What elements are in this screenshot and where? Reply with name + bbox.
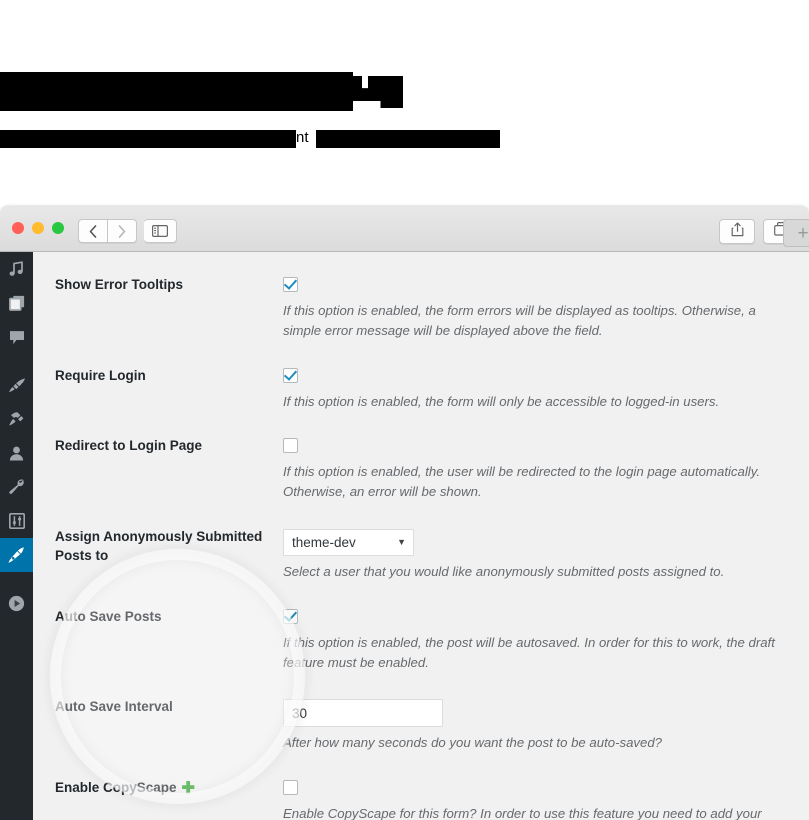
- redacted-subtitle-bar-right: [316, 130, 500, 148]
- browser-titlebar: +: [0, 207, 809, 252]
- auto-save-interval-input[interactable]: 30: [283, 699, 443, 728]
- zoom-window-button[interactable]: [52, 222, 64, 234]
- play-circle-icon: [8, 595, 25, 612]
- row-control-cell: If this option is enabled, the form erro…: [283, 260, 809, 351]
- form-settings-panel: Show Error Tooltips If this option is en…: [33, 252, 809, 820]
- minimize-window-button[interactable]: [32, 222, 44, 234]
- settings-row-show-error-tooltips: Show Error Tooltips If this option is en…: [33, 260, 809, 351]
- row-control-cell: If this option is enabled, the user will…: [283, 421, 809, 512]
- enable-copyscape-checkbox[interactable]: [283, 780, 298, 796]
- close-window-button[interactable]: [12, 222, 24, 234]
- media-icon: [8, 261, 25, 277]
- sidebar-toggle-wrapper: [144, 219, 177, 243]
- browser-window: + Show Error Tooltips If this option is …: [0, 207, 809, 820]
- settings-row-assign-anonymous-posts: Assign Anonymously Submitted Posts to th…: [33, 512, 809, 592]
- sidebar-item-media-player[interactable]: [0, 586, 33, 620]
- navigation-buttons: [78, 219, 137, 243]
- row-label: Require Login: [55, 367, 146, 383]
- row-description: If this option is enabled, the form erro…: [283, 303, 756, 338]
- sidebar-item-appearance[interactable]: [0, 368, 33, 402]
- row-label: Auto Save Posts: [55, 608, 162, 624]
- redacted-subtitle-visible-fragment: nt: [296, 129, 309, 146]
- menu-divider-2: [0, 572, 33, 586]
- auto-save-posts-checkbox[interactable]: [283, 608, 298, 624]
- settings-row-auto-save-posts: Auto Save Posts If this option is enable…: [33, 592, 809, 683]
- row-description: After how many seconds do you want the p…: [283, 735, 663, 751]
- page-viewport: Show Error Tooltips If this option is en…: [0, 252, 809, 820]
- paintbrush-icon: [8, 377, 26, 393]
- row-description: Select a user that you would like anonym…: [283, 563, 725, 579]
- sidebar-item-forms[interactable]: [0, 538, 33, 572]
- redirect-to-login-page-checkbox[interactable]: [283, 438, 298, 454]
- sidebar-item-plugins[interactable]: [0, 402, 33, 436]
- row-control-cell: If this option is enabled, the post will…: [283, 592, 809, 683]
- row-label: Redirect to Login Page: [55, 438, 203, 454]
- forward-button[interactable]: [108, 219, 137, 243]
- redacted-title-bar: [0, 72, 353, 111]
- row-description: If this option is enabled, the form will…: [283, 393, 720, 409]
- row-control-cell: If this option is enabled, the form will…: [283, 351, 809, 422]
- chevron-right-icon: [118, 224, 126, 238]
- sidebar-toggle-icon: [152, 225, 168, 237]
- settings-row-auto-save-interval: Auto Save Interval 30 After how many sec…: [33, 682, 809, 763]
- sidebar-item-settings[interactable]: [0, 504, 33, 538]
- enable-copyscape-label: Enable CopyScape: [55, 780, 177, 796]
- row-label: Auto Save Interval: [55, 699, 173, 715]
- pages-icon: [8, 295, 25, 311]
- assign-anonymous-posts-value: theme-dev: [292, 534, 356, 550]
- row-control-cell: Enable CopyScape for this form? In order…: [283, 763, 809, 820]
- sidebar-item-media[interactable]: [0, 252, 33, 286]
- pen-nib-icon: [7, 546, 26, 564]
- window-traffic-lights: [12, 222, 64, 234]
- screenshot-root: nt + Show Error Tooltips If this option …: [0, 0, 809, 820]
- sidebar-item-pages[interactable]: [0, 286, 33, 320]
- sliders-icon: [8, 513, 25, 529]
- settings-row-enable-copyscape: Enable CopyScape ✚ Enable CopyScape for t…: [33, 763, 809, 820]
- wrench-icon: [8, 479, 25, 495]
- assign-anonymous-posts-select[interactable]: theme-dev ▼: [283, 528, 414, 556]
- share-icon: [731, 222, 744, 242]
- comments-icon: [9, 330, 25, 345]
- menu-divider-1: [0, 354, 33, 368]
- row-description: If this option is enabled, the user will…: [283, 464, 760, 500]
- row-label: Show Error Tooltips: [55, 277, 183, 292]
- sidebar-item-tools[interactable]: [0, 470, 33, 504]
- plus-badge-icon: ✚: [181, 780, 195, 798]
- require-login-checkbox[interactable]: [283, 367, 298, 383]
- settings-row-redirect-to-login-page: Redirect to Login Page If this option is…: [33, 421, 809, 512]
- row-label: Enable CopyScape ✚: [33, 763, 283, 820]
- sidebar-item-users[interactable]: [0, 436, 33, 470]
- redacted-header-area: nt: [0, 0, 809, 200]
- redacted-subtitle-bar-left: [0, 130, 296, 148]
- show-error-tooltips-checkbox[interactable]: [283, 277, 298, 292]
- auto-save-interval-value: 30: [292, 705, 308, 721]
- row-control-cell: 30 After how many seconds do you want th…: [283, 682, 809, 763]
- user-icon: [9, 446, 24, 461]
- chevron-down-icon: ▼: [397, 537, 406, 548]
- settings-form-table: Show Error Tooltips If this option is en…: [33, 260, 809, 820]
- row-description: Enable CopyScape for this form? In order…: [283, 806, 762, 820]
- sidebar-item-comments[interactable]: [0, 320, 33, 354]
- wp-admin-menu: [0, 252, 33, 820]
- row-label: Assign Anonymously Submitted Posts to: [55, 528, 263, 563]
- back-button[interactable]: [78, 219, 108, 243]
- plug-icon: [8, 411, 25, 427]
- new-tab-button[interactable]: +: [783, 219, 809, 247]
- chevron-left-icon: [89, 224, 97, 238]
- sidebar-toggle-button[interactable]: [144, 219, 177, 243]
- settings-row-require-login: Require Login If this option is enabled,…: [33, 351, 809, 422]
- redacted-title-tail-glyphs: [353, 76, 403, 108]
- share-button[interactable]: [719, 219, 755, 244]
- row-control-cell: theme-dev ▼ Select a user that you would…: [283, 512, 809, 592]
- row-description: If this option is enabled, the post will…: [283, 634, 775, 670]
